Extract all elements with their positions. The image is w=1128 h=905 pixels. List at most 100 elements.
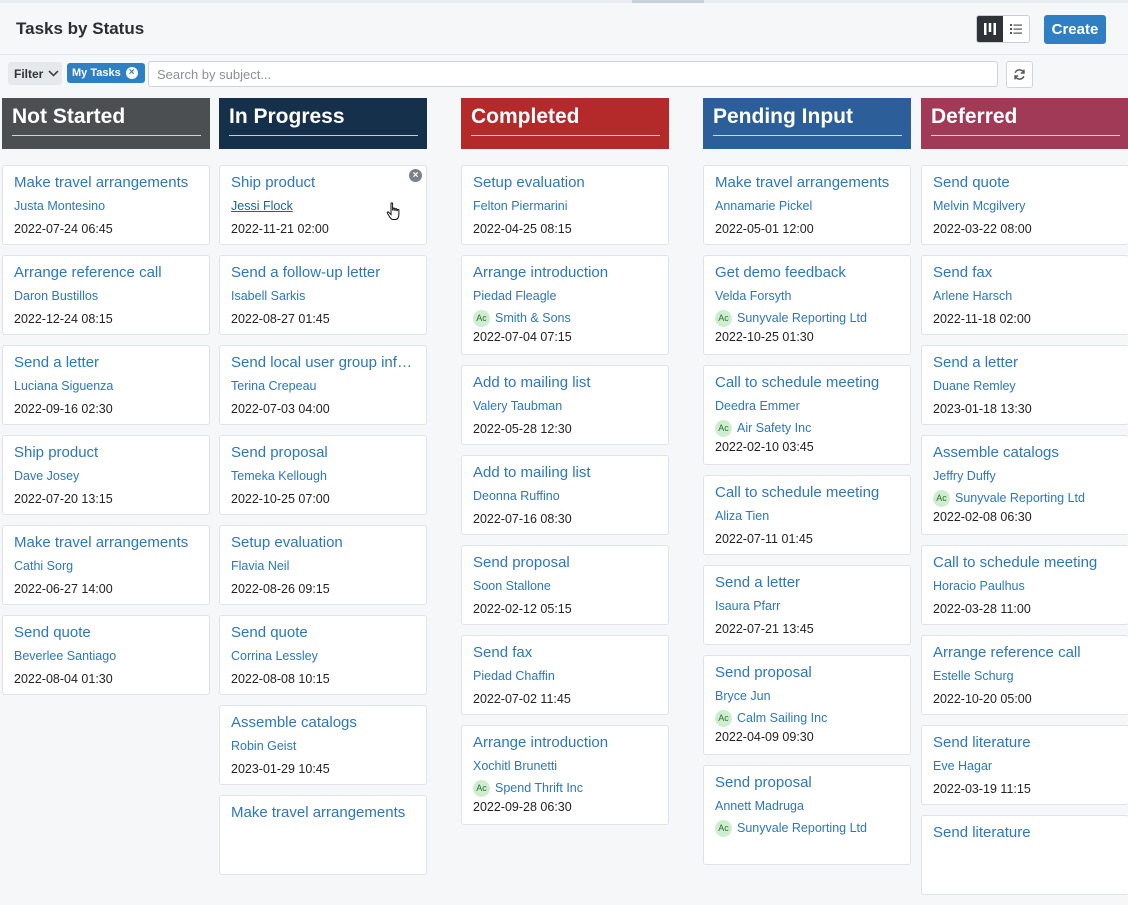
task-contact-link[interactable]: Cathi Sorg (14, 559, 197, 574)
task-contact-link[interactable]: Xochitl Brunetti (473, 759, 656, 774)
task-card[interactable]: Send local user group infor... Terina Cre… (219, 345, 427, 425)
task-card[interactable]: Send a letter Duane Remley 2023-01-18 13:3… (921, 345, 1128, 425)
task-subject-link[interactable]: Send proposal (715, 774, 898, 792)
task-contact-link[interactable]: Robin Geist (231, 739, 414, 754)
task-card[interactable]: Arrange introduction Xochitl Brunetti Ac Sp… (461, 725, 669, 825)
task-subject-link[interactable]: Arrange introduction (473, 734, 656, 752)
task-card[interactable]: Send a follow-up letter Isabell Sarkis 202… (219, 255, 427, 335)
task-contact-link[interactable]: Piedad Chaffin (473, 669, 656, 684)
account-name-link[interactable]: Sunyvale Reporting Ltd (955, 490, 1085, 507)
task-card[interactable]: Setup evaluation Flavia Neil 2022-08-26 09… (219, 525, 427, 605)
filter-button[interactable]: Filter (8, 62, 62, 85)
search-input[interactable] (148, 61, 998, 87)
task-contact-link[interactable]: Corrina Lessley (231, 649, 414, 664)
task-contact-link[interactable]: Annamarie Pickel (715, 199, 898, 214)
task-subject-link[interactable]: Make travel arrangements (715, 174, 898, 192)
task-account[interactable]: Ac Sunyvale Reporting Ltd (715, 820, 898, 837)
account-name-link[interactable]: Air Safety Inc (737, 420, 811, 437)
task-subject-link[interactable]: Assemble catalogs (231, 714, 414, 732)
task-subject-link[interactable]: Call to schedule meeting (715, 484, 898, 502)
task-contact-link[interactable]: Luciana Siguenza (14, 379, 197, 394)
task-contact-link[interactable]: Isabell Sarkis (231, 289, 414, 304)
task-subject-link[interactable]: Ship product (14, 444, 197, 462)
task-subject-link[interactable]: Arrange reference call (933, 644, 1116, 662)
task-subject-link[interactable]: Make travel arrangements (14, 534, 197, 552)
task-contact-link[interactable]: Annett Madruga (715, 799, 898, 814)
task-contact-link[interactable]: Piedad Fleagle (473, 289, 656, 304)
task-subject-link[interactable]: Arrange reference call (14, 264, 197, 282)
task-card[interactable]: Arrange reference call Daron Bustillos 202… (2, 255, 210, 335)
task-subject-link[interactable]: Send proposal (715, 664, 898, 682)
task-card[interactable]: Arrange reference call Estelle Schurg 2022… (921, 635, 1128, 715)
task-card[interactable]: Send literature Eve Hagar 2022-03-19 11:15 (921, 725, 1128, 805)
task-card[interactable]: Call to schedule meeting Horacio Paulhus 2… (921, 545, 1128, 625)
task-account[interactable]: Ac Air Safety Inc (715, 420, 898, 437)
task-contact-link[interactable]: Estelle Schurg (933, 669, 1116, 684)
task-contact-link[interactable]: Deedra Emmer (715, 399, 898, 414)
task-card[interactable]: Send fax Arlene Harsch 2022-11-18 02:00 (921, 255, 1128, 335)
task-account[interactable]: Ac Calm Sailing Inc (715, 710, 898, 727)
task-contact-link[interactable]: Melvin Mcgilvery (933, 199, 1116, 214)
list-view-button[interactable] (1003, 16, 1029, 42)
task-card[interactable]: Send proposal Soon Stallone 2022-02-12 05:… (461, 545, 669, 625)
task-card[interactable]: Send quote Beverlee Santiago 2022-08-04 01… (2, 615, 210, 695)
task-contact-link[interactable]: Eve Hagar (933, 759, 1116, 774)
task-card[interactable]: Send a letter Isaura Pfarr 2022-07-21 13:4… (703, 565, 911, 645)
task-contact-link[interactable]: Valery Taubman (473, 399, 656, 414)
task-card[interactable]: Call to schedule meeting Aliza Tien 2022-0… (703, 475, 911, 555)
task-card[interactable]: Send fax Piedad Chaffin 2022-07-02 11:45 (461, 635, 669, 715)
task-contact-link[interactable]: Velda Forsyth (715, 289, 898, 304)
task-card[interactable]: Arrange introduction Piedad Fleagle Ac Smit… (461, 255, 669, 355)
task-account[interactable]: Ac Smith & Sons (473, 310, 656, 327)
task-contact-link[interactable]: Aliza Tien (715, 509, 898, 524)
task-contact-link[interactable]: Deonna Ruffino (473, 489, 656, 504)
task-card[interactable]: Send quote Melvin Mcgilvery 2022-03-22 08:… (921, 165, 1128, 245)
task-card[interactable]: Add to mailing list Deonna Ruffino 2022-07… (461, 455, 669, 535)
task-subject-link[interactable]: Ship product (231, 174, 414, 192)
task-contact-link[interactable]: Beverlee Santiago (14, 649, 197, 664)
task-account[interactable]: Ac Spend Thrift Inc (473, 780, 656, 797)
task-subject-link[interactable]: Add to mailing list (473, 464, 656, 482)
task-contact-link[interactable]: Arlene Harsch (933, 289, 1116, 304)
task-subject-link[interactable]: Add to mailing list (473, 374, 656, 392)
task-contact-link[interactable]: Flavia Neil (231, 559, 414, 574)
task-card[interactable]: Setup evaluation Felton Piermarini 2022-04… (461, 165, 669, 245)
account-name-link[interactable]: Spend Thrift Inc (495, 780, 583, 797)
task-card[interactable]: Send quote Corrina Lessley 2022-08-08 10:1… (219, 615, 427, 695)
task-subject-link[interactable]: Send fax (473, 644, 656, 662)
account-name-link[interactable]: Smith & Sons (495, 310, 571, 327)
board-view-button[interactable] (977, 16, 1003, 42)
task-card[interactable]: Send literature (921, 815, 1128, 895)
task-card[interactable]: Send proposal Bryce Jun Ac Calm Sailing Inc… (703, 655, 911, 755)
task-subject-link[interactable]: Arrange introduction (473, 264, 656, 282)
task-subject-link[interactable]: Send quote (231, 624, 414, 642)
task-subject-link[interactable]: Get demo feedback (715, 264, 898, 282)
task-contact-link[interactable]: Dave Josey (14, 469, 197, 484)
task-subject-link[interactable]: Send literature (933, 824, 1116, 842)
chip-close-icon[interactable]: × (125, 67, 138, 79)
task-contact-link[interactable]: Justa Montesino (14, 199, 197, 214)
task-contact-link[interactable]: Terina Crepeau (231, 379, 414, 394)
task-subject-link[interactable]: Setup evaluation (473, 174, 656, 192)
task-subject-link[interactable]: Make travel arrangements (231, 804, 414, 822)
task-subject-link[interactable]: Make travel arrangements (14, 174, 197, 192)
task-subject-link[interactable]: Send a letter (14, 354, 197, 372)
task-card[interactable]: Make travel arrangements Justa Montesino 2… (2, 165, 210, 245)
task-card[interactable]: Send proposal Temeka Kellough 2022-10-25 0… (219, 435, 427, 515)
task-subject-link[interactable]: Send a letter (715, 574, 898, 592)
task-card[interactable]: Ship product Dave Josey 2022-07-20 13:15 (2, 435, 210, 515)
task-subject-link[interactable]: Call to schedule meeting (933, 554, 1116, 572)
task-card[interactable]: Send proposal Annett Madruga Ac Sunyvale Re… (703, 765, 911, 865)
create-button[interactable]: Create (1044, 15, 1106, 44)
task-contact-link[interactable]: Felton Piermarini (473, 199, 656, 214)
task-subject-link[interactable]: Setup evaluation (231, 534, 414, 552)
task-contact-link[interactable]: Daron Bustillos (14, 289, 197, 304)
task-subject-link[interactable]: Send proposal (231, 444, 414, 462)
task-card[interactable]: Add to mailing list Valery Taubman 2022-05… (461, 365, 669, 445)
task-card[interactable]: Make travel arrangements (219, 795, 427, 875)
task-contact-link[interactable]: Horacio Paulhus (933, 579, 1116, 594)
task-subject-link[interactable]: Send fax (933, 264, 1116, 282)
task-contact-link[interactable]: Duane Remley (933, 379, 1116, 394)
task-card[interactable]: Call to schedule meeting Deedra Emmer Ac Ai… (703, 365, 911, 465)
account-name-link[interactable]: Sunyvale Reporting Ltd (737, 310, 867, 327)
